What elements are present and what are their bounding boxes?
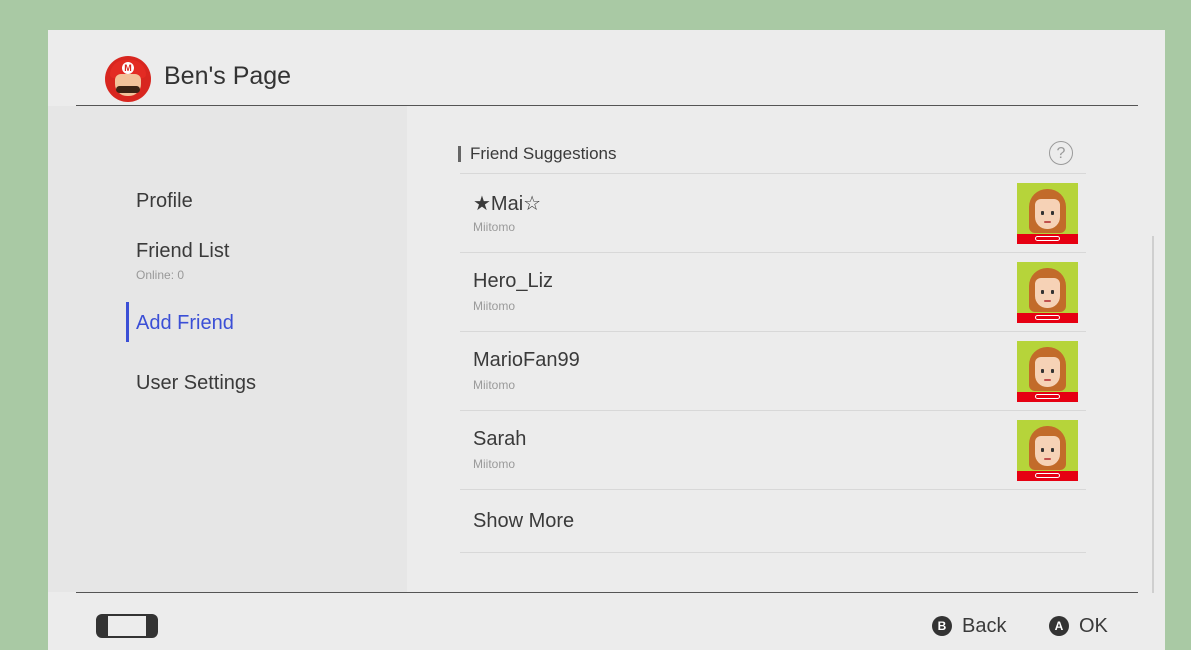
show-more-button[interactable]: Show More	[460, 489, 1086, 553]
friend-source: Miitomo	[473, 457, 516, 471]
a-button-icon: A	[1049, 616, 1069, 636]
list-item[interactable]: Sarah Miitomo	[460, 410, 1086, 489]
sidebar-active-indicator	[126, 302, 129, 342]
sidebar: Profile Friend List Online: 0 Add Friend…	[48, 106, 407, 592]
list-item[interactable]: Hero_Liz Miitomo	[460, 252, 1086, 331]
back-button[interactable]: B Back	[932, 612, 1006, 640]
back-label: Back	[962, 614, 1007, 637]
screen: M Ben's Page Profile Friend List Online:…	[48, 30, 1165, 650]
scrollbar[interactable]	[1152, 236, 1154, 593]
friend-name: Hero_Liz	[473, 270, 554, 292]
footer-divider	[76, 592, 1138, 593]
ok-button[interactable]: A OK	[1049, 612, 1108, 640]
list-item[interactable]: MarioFan99 Miitomo	[460, 331, 1086, 410]
mii-avatar-icon	[1017, 420, 1078, 481]
friend-source: Miitomo	[473, 378, 516, 392]
ok-label: OK	[1079, 614, 1108, 637]
friend-source: Miitomo	[473, 220, 516, 234]
b-button-icon: B	[932, 616, 952, 636]
question-icon[interactable]: ?	[1049, 141, 1073, 165]
mario-avatar-icon[interactable]: M	[105, 56, 151, 102]
mii-avatar-icon	[1017, 183, 1078, 244]
mii-avatar-icon	[1017, 262, 1078, 323]
section-marker	[458, 146, 461, 162]
list-item[interactable]: ★Mai☆ Miitomo	[460, 173, 1086, 252]
friend-name: Sarah	[473, 428, 527, 450]
friend-source: Miitomo	[473, 299, 516, 313]
sidebar-item-friend-list[interactable]: Friend List	[136, 240, 229, 263]
header: M Ben's Page	[48, 30, 1165, 106]
show-more-label: Show More	[473, 510, 575, 532]
section-title: Friend Suggestions	[470, 144, 617, 163]
sidebar-item-profile[interactable]: Profile	[136, 190, 193, 213]
mii-avatar-icon	[1017, 341, 1078, 402]
sidebar-item-user-settings[interactable]: User Settings	[136, 372, 256, 395]
sidebar-item-add-friend[interactable]: Add Friend	[136, 312, 234, 335]
page-title: Ben's Page	[164, 62, 292, 90]
suggestion-list: ★Mai☆ Miitomo Hero_Liz Miitomo MarioFan9…	[460, 173, 1086, 553]
friend-name: MarioFan99	[473, 349, 580, 371]
sidebar-item-friend-list-status: Online: 0	[136, 268, 185, 282]
friend-name: ★Mai☆	[473, 193, 542, 215]
switch-console-icon	[96, 614, 158, 638]
